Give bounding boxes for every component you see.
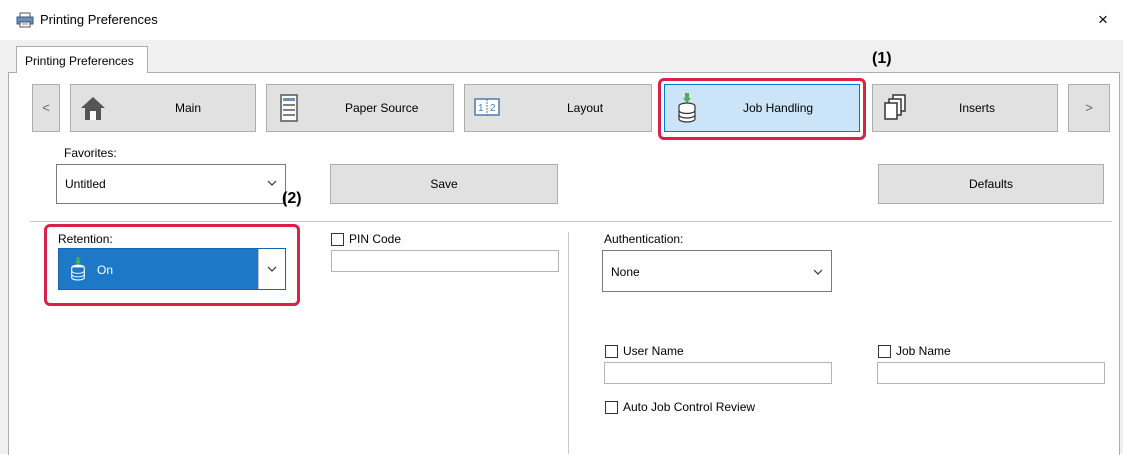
defaults-button[interactable]: Defaults — [878, 164, 1104, 204]
tab-main[interactable]: Main — [70, 84, 256, 132]
favorites-value: Untitled — [65, 177, 106, 191]
user-name-input[interactable] — [604, 362, 832, 384]
tab-job-handling[interactable]: Job Handling — [664, 84, 860, 132]
authentication-value: None — [611, 265, 640, 279]
pin-code-label: PIN Code — [349, 232, 402, 246]
tab-printing-preferences-label: Printing Preferences — [25, 54, 134, 68]
window-title: Printing Preferences — [40, 12, 158, 27]
chevron-down-icon — [813, 269, 823, 275]
job-storage-icon — [678, 93, 696, 123]
svg-text:2: 2 — [490, 103, 496, 114]
favorites-select[interactable]: Untitled — [56, 164, 286, 204]
tab-inserts-label: Inserts — [959, 101, 996, 115]
svg-text:1: 1 — [478, 103, 484, 114]
authentication-select[interactable]: None — [602, 250, 832, 292]
job-name-label: Job Name — [896, 344, 951, 358]
tab-printing-preferences[interactable]: Printing Preferences — [16, 46, 148, 73]
chevron-down-icon — [267, 266, 277, 272]
user-name-label: User Name — [623, 344, 684, 358]
tab-job-handling-label: Job Handling — [743, 101, 814, 115]
favorites-label: Favorites: — [64, 146, 117, 160]
section-divider — [30, 221, 1112, 222]
auto-job-control-review-checkbox[interactable] — [605, 401, 618, 414]
pin-code-input[interactable] — [331, 250, 559, 272]
close-button[interactable]: × — [1091, 8, 1115, 32]
home-icon — [81, 97, 105, 120]
tab-paper-source[interactable]: Paper Source — [266, 84, 454, 132]
job-storage-icon — [71, 257, 85, 281]
chevron-down-icon — [267, 180, 277, 186]
tab-main-label: Main — [175, 101, 202, 115]
paper-tray-icon — [280, 94, 298, 122]
tab-layout[interactable]: 1 2 Layout — [464, 84, 652, 132]
retention-label: Retention: — [58, 232, 113, 246]
retention-select[interactable]: On — [58, 248, 286, 290]
job-name-input[interactable] — [877, 362, 1105, 384]
printer-icon — [16, 12, 34, 28]
scroll-right-button[interactable]: > — [1068, 84, 1110, 132]
callout-1: (1) — [872, 50, 892, 67]
retention-value: On — [97, 263, 114, 277]
authentication-label: Authentication: — [604, 232, 684, 246]
inserts-icon — [884, 94, 906, 120]
callout-2: (2) — [282, 190, 302, 207]
tab-paper-source-label: Paper Source — [345, 101, 419, 115]
tab-layout-label: Layout — [567, 101, 604, 115]
tab-inserts[interactable]: Inserts — [872, 84, 1058, 132]
user-name-checkbox[interactable] — [605, 345, 618, 358]
vertical-divider — [568, 232, 569, 454]
save-button[interactable]: Save — [330, 164, 558, 204]
layout-icon: 1 2 — [474, 98, 500, 116]
auto-job-control-review-label: Auto Job Control Review — [623, 400, 756, 414]
title-bar: Printing Preferences × — [0, 0, 1123, 40]
pin-code-checkbox[interactable] — [331, 233, 344, 246]
retention-dropdown-button[interactable] — [258, 249, 285, 289]
job-name-checkbox[interactable] — [878, 345, 891, 358]
scroll-left-button[interactable]: < — [32, 84, 60, 132]
